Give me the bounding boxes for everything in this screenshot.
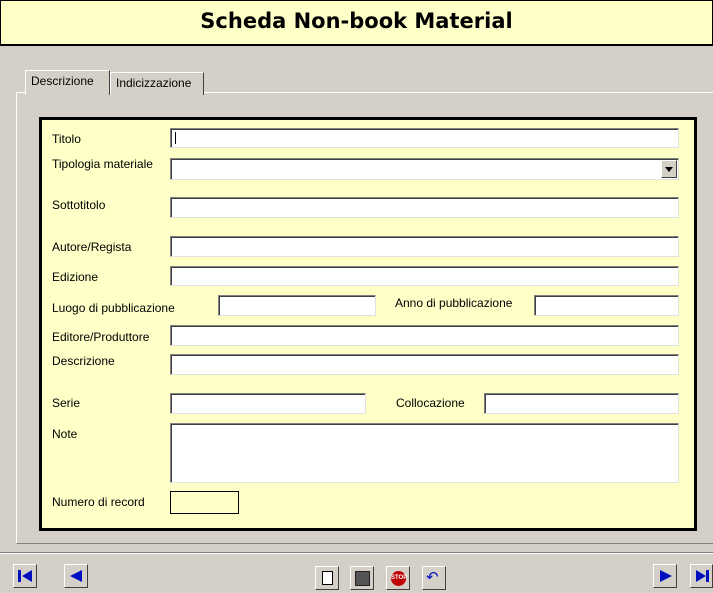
serie-field[interactable] <box>170 393 366 414</box>
tipologia-label: Tipologia materiale <box>52 157 153 171</box>
tab-indicizzazione-label: Indicizzazione <box>116 76 192 90</box>
page-title: Scheda Non-book Material <box>200 9 513 33</box>
stop-icon: STOP <box>391 571 407 586</box>
anno-field[interactable] <box>534 295 679 316</box>
edizione-field[interactable] <box>170 266 679 286</box>
last-record-button[interactable] <box>690 564 713 588</box>
note-label: Note <box>52 427 78 441</box>
new-record-button[interactable] <box>315 566 339 590</box>
previous-record-button[interactable] <box>64 564 88 588</box>
note-textarea[interactable] <box>170 423 679 483</box>
last-record-icon <box>696 570 706 582</box>
autore-field[interactable] <box>170 236 679 257</box>
tab-descrizione[interactable]: Descrizione <box>25 70 110 95</box>
record-number-label: Numero di record <box>52 495 145 509</box>
serie-label: Serie <box>52 396 81 410</box>
text-cursor <box>175 132 176 144</box>
record-number-field <box>170 491 239 514</box>
collocazione-label: Collocazione <box>396 396 465 410</box>
editore-label: Editore/Produttore <box>52 330 150 344</box>
titolo-label: Titolo <box>52 132 81 146</box>
previous-record-icon <box>70 570 82 582</box>
first-record-button[interactable] <box>13 564 37 588</box>
undo-button[interactable]: ↶ <box>422 566 446 590</box>
tab-descrizione-label: Descrizione <box>31 74 94 88</box>
descrizione-label: Descrizione <box>52 354 115 368</box>
titolo-field[interactable] <box>170 128 679 148</box>
first-record-icon <box>18 570 21 582</box>
tab-indicizzazione[interactable]: Indicizzazione <box>110 72 204 95</box>
next-record-icon <box>660 570 672 582</box>
luogo-label: Luogo di pubblicazione <box>52 301 175 315</box>
next-record-button[interactable] <box>653 564 677 588</box>
undo-icon: ↶ <box>426 569 439 586</box>
collocazione-field[interactable] <box>484 393 679 414</box>
sottotitolo-field[interactable] <box>170 197 679 218</box>
sottotitolo-label: Sottotitolo <box>52 198 106 212</box>
save-record-icon <box>355 571 370 586</box>
chevron-down-icon[interactable] <box>661 160 677 178</box>
new-record-icon <box>322 571 333 585</box>
save-record-button[interactable] <box>350 566 374 590</box>
descrizione-field[interactable] <box>170 354 679 375</box>
edizione-label: Edizione <box>52 270 99 284</box>
title-bar: Scheda Non-book Material <box>0 0 713 46</box>
autore-label: Autore/Regista <box>52 240 132 254</box>
editore-field[interactable] <box>170 325 679 346</box>
tipologia-select[interactable] <box>170 158 679 180</box>
luogo-field[interactable] <box>218 295 376 316</box>
stop-button[interactable]: STOP <box>386 566 410 590</box>
anno-label: Anno di pubblicazione <box>395 296 513 310</box>
